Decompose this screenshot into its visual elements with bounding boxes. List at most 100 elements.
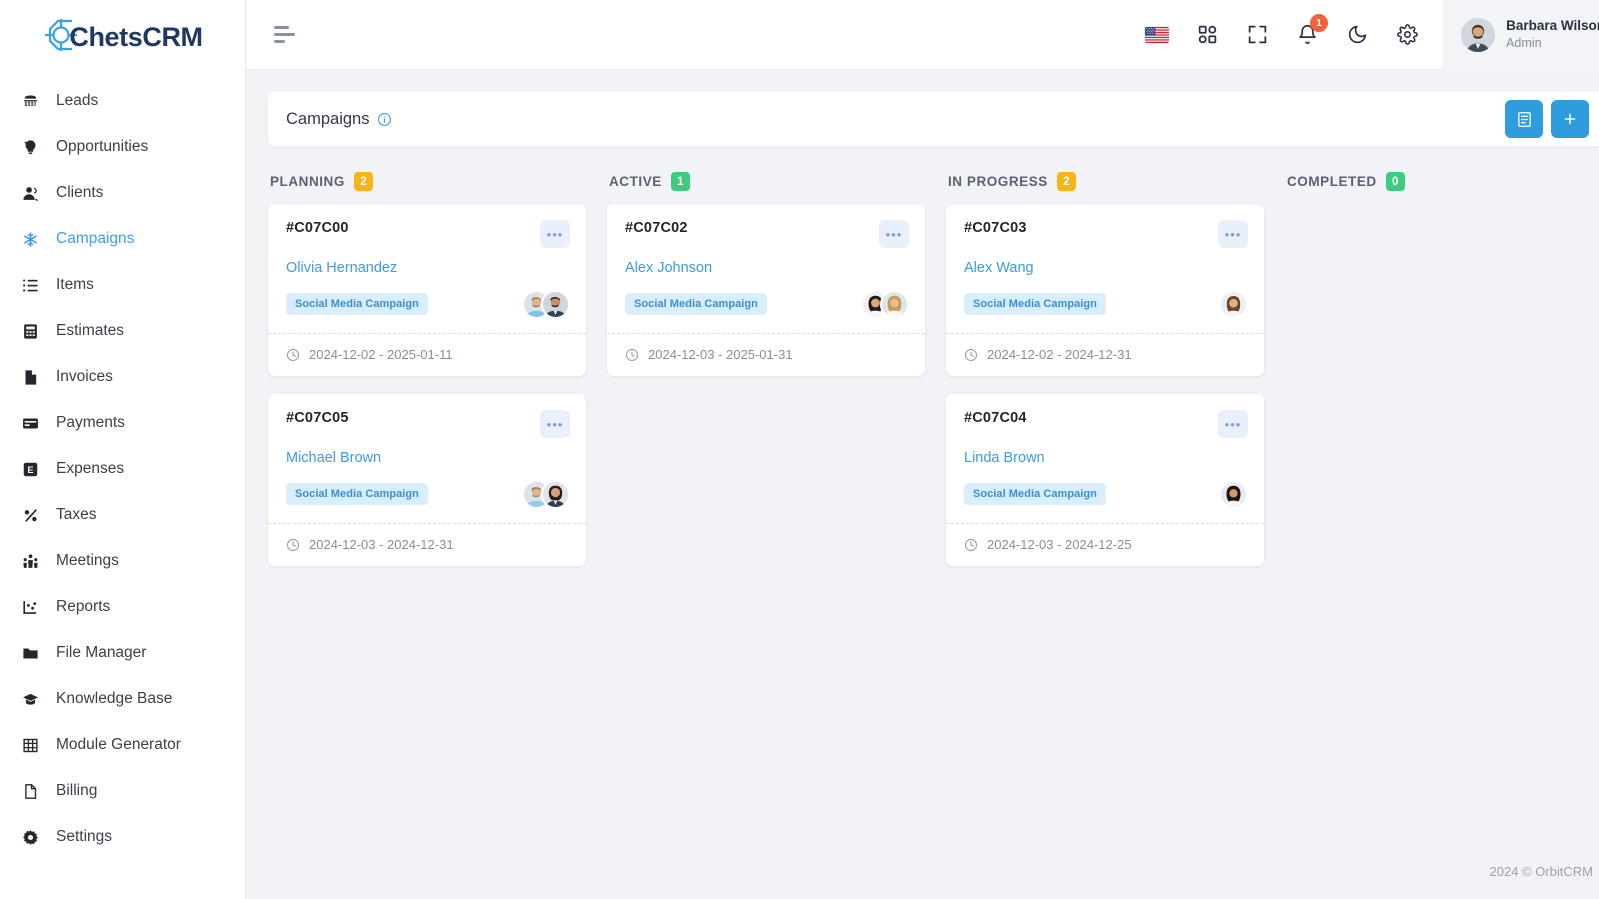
sidebar-item-label: File Manager	[56, 644, 147, 661]
calculator-icon	[22, 321, 44, 341]
info-circle-icon[interactable]	[377, 112, 392, 127]
fullscreen-icon[interactable]	[1245, 23, 1269, 47]
sidebar-item-leads[interactable]: Leads	[0, 78, 245, 124]
page-header-card: Campaigns	[268, 92, 1599, 146]
campaign-dates: 2024-12-02 - 2025-01-11	[309, 347, 453, 362]
sidebar-item-label: Leads	[56, 92, 99, 109]
assignee-avatars[interactable]	[522, 289, 570, 319]
campaign-card[interactable]: #C07C02 ••• Alex Johnson Social Media Ca…	[607, 204, 925, 376]
sidebar-item-label: Meetings	[56, 552, 119, 569]
avatar	[541, 289, 570, 319]
assignee-avatars[interactable]	[522, 479, 570, 509]
page-title: Campaigns	[286, 109, 370, 128]
settings-gear-icon[interactable]	[1395, 23, 1419, 47]
avatar	[1219, 289, 1248, 319]
brand-logo[interactable]: ChetsCRM	[0, 0, 245, 70]
folder-icon	[22, 643, 44, 663]
assignee-avatars[interactable]	[1219, 289, 1248, 319]
campaign-dates: 2024-12-03 - 2025-01-31	[648, 347, 793, 362]
language-flag-us-icon[interactable]	[1145, 23, 1170, 47]
card-options-button[interactable]: •••	[540, 220, 570, 248]
sidebar-item-clients[interactable]: Clients	[0, 170, 245, 216]
sidebar-item-label: Invoices	[56, 368, 113, 385]
campaign-code: #C07C00	[286, 220, 349, 236]
content-area: Campaigns PLANNING 2 #C07C00 ••• Olivia …	[246, 70, 1599, 843]
main-area: 1 Barbara Wilson Admin Campaigns PLANNIN…	[246, 0, 1599, 899]
column-count-badge: 2	[1056, 172, 1076, 191]
sidebar-item-settings[interactable]: Settings	[0, 814, 245, 860]
kanban-board: PLANNING 2 #C07C00 ••• Olivia Hernandez …	[268, 146, 1599, 584]
sidebar-item-meetings[interactable]: Meetings	[0, 538, 245, 584]
percent-icon	[22, 505, 44, 525]
add-campaign-button[interactable]	[1551, 100, 1589, 138]
sidebar-item-estimates[interactable]: Estimates	[0, 308, 245, 354]
sidebar-item-expenses[interactable]: E Expenses	[0, 446, 245, 492]
hamburger-menu-icon[interactable]	[274, 26, 295, 43]
column-header: PLANNING 2	[268, 166, 586, 204]
sidebar-item-invoices[interactable]: Invoices	[0, 354, 245, 400]
sidebar-item-knowledge-base[interactable]: Knowledge Base	[0, 676, 245, 722]
sidebar-nav: Leads Opportunities Clients Campaigns It…	[0, 70, 245, 860]
kanban-column-active: ACTIVE 1 #C07C02 ••• Alex Johnson Social…	[607, 166, 925, 584]
sidebar-item-billing[interactable]: Billing	[0, 768, 245, 814]
dark-mode-moon-icon[interactable]	[1345, 23, 1369, 47]
user-profile-menu[interactable]: Barbara Wilson Admin	[1443, 0, 1599, 70]
app-root: ChetsCRM Leads Opportunities Clients Cam…	[0, 0, 1599, 899]
topbar-icons: 1	[1145, 13, 1443, 47]
sidebar-item-file-manager[interactable]: File Manager	[0, 630, 245, 676]
sidebar-item-label: Estimates	[56, 322, 125, 339]
campaign-owner[interactable]: Alex Wang	[964, 260, 1248, 276]
sidebar-item-label: Items	[56, 276, 94, 293]
campaign-card[interactable]: #C07C00 ••• Olivia Hernandez Social Medi…	[268, 204, 586, 376]
notification-bell-icon[interactable]: 1	[1295, 13, 1329, 47]
column-count-badge: 1	[670, 172, 690, 191]
avatar	[1461, 17, 1496, 52]
sidebar-item-label: Reports	[56, 598, 111, 615]
campaign-card[interactable]: #C07C03 ••• Alex Wang Social Media Campa…	[946, 204, 1264, 376]
sidebar-item-label: Payments	[56, 414, 125, 431]
clock-icon	[286, 538, 300, 552]
sidebar-item-opportunities[interactable]: Opportunities	[0, 124, 245, 170]
card-options-button[interactable]: •••	[1218, 220, 1248, 248]
sidebar-item-payments[interactable]: Payments	[0, 400, 245, 446]
apps-grid-icon[interactable]	[1195, 23, 1219, 47]
profile-name: Barbara Wilson	[1506, 17, 1599, 33]
campaign-tag: Social Media Campaign	[286, 293, 428, 315]
clock-icon	[964, 348, 978, 362]
column-title: ACTIVE	[609, 174, 662, 189]
sidebar-item-items[interactable]: Items	[0, 262, 245, 308]
campaign-owner[interactable]: Michael Brown	[286, 450, 570, 466]
card-options-button[interactable]: •••	[1218, 410, 1248, 438]
campaign-owner[interactable]: Olivia Hernandez	[286, 260, 570, 276]
column-header: COMPLETED 0	[1285, 166, 1599, 204]
column-header: ACTIVE 1	[607, 166, 925, 204]
page-actions	[1505, 100, 1589, 138]
sidebar-item-taxes[interactable]: Taxes	[0, 492, 245, 538]
sidebar-item-reports[interactable]: Reports	[0, 584, 245, 630]
column-title: IN PROGRESS	[948, 174, 1048, 189]
chart-scatter-icon	[22, 597, 44, 617]
card-options-button[interactable]: •••	[879, 220, 909, 248]
campaign-owner[interactable]: Alex Johnson	[625, 260, 909, 276]
campaign-card[interactable]: #C07C04 ••• Linda Brown Social Media Cam…	[946, 394, 1264, 566]
campaign-code: #C07C03	[964, 220, 1027, 236]
footer: 2024 © OrbitCRM	[246, 843, 1599, 899]
campaign-owner[interactable]: Linda Brown	[964, 450, 1248, 466]
assignee-avatars[interactable]	[861, 289, 909, 319]
column-title: PLANNING	[270, 174, 345, 189]
campaign-card[interactable]: #C07C05 ••• Michael Brown Social Media C…	[268, 394, 586, 566]
footer-copyright: 2024 © OrbitCRM	[1489, 863, 1594, 879]
sidebar-item-label: Module Generator	[56, 736, 181, 753]
graduation-cap-icon	[22, 689, 44, 709]
campaign-code: #C07C04	[964, 410, 1027, 426]
sidebar-item-campaigns[interactable]: Campaigns	[0, 216, 245, 262]
user-icon	[22, 183, 44, 203]
sidebar-item-module-generator[interactable]: Module Generator	[0, 722, 245, 768]
sidebar-item-label: Billing	[56, 782, 98, 799]
assignee-avatars[interactable]	[1219, 479, 1248, 509]
avatar	[541, 479, 570, 509]
list-view-button[interactable]	[1505, 100, 1543, 138]
card-options-button[interactable]: •••	[540, 410, 570, 438]
campaign-dates: 2024-12-03 - 2024-12-31	[309, 537, 454, 552]
svg-text:E: E	[27, 465, 33, 475]
